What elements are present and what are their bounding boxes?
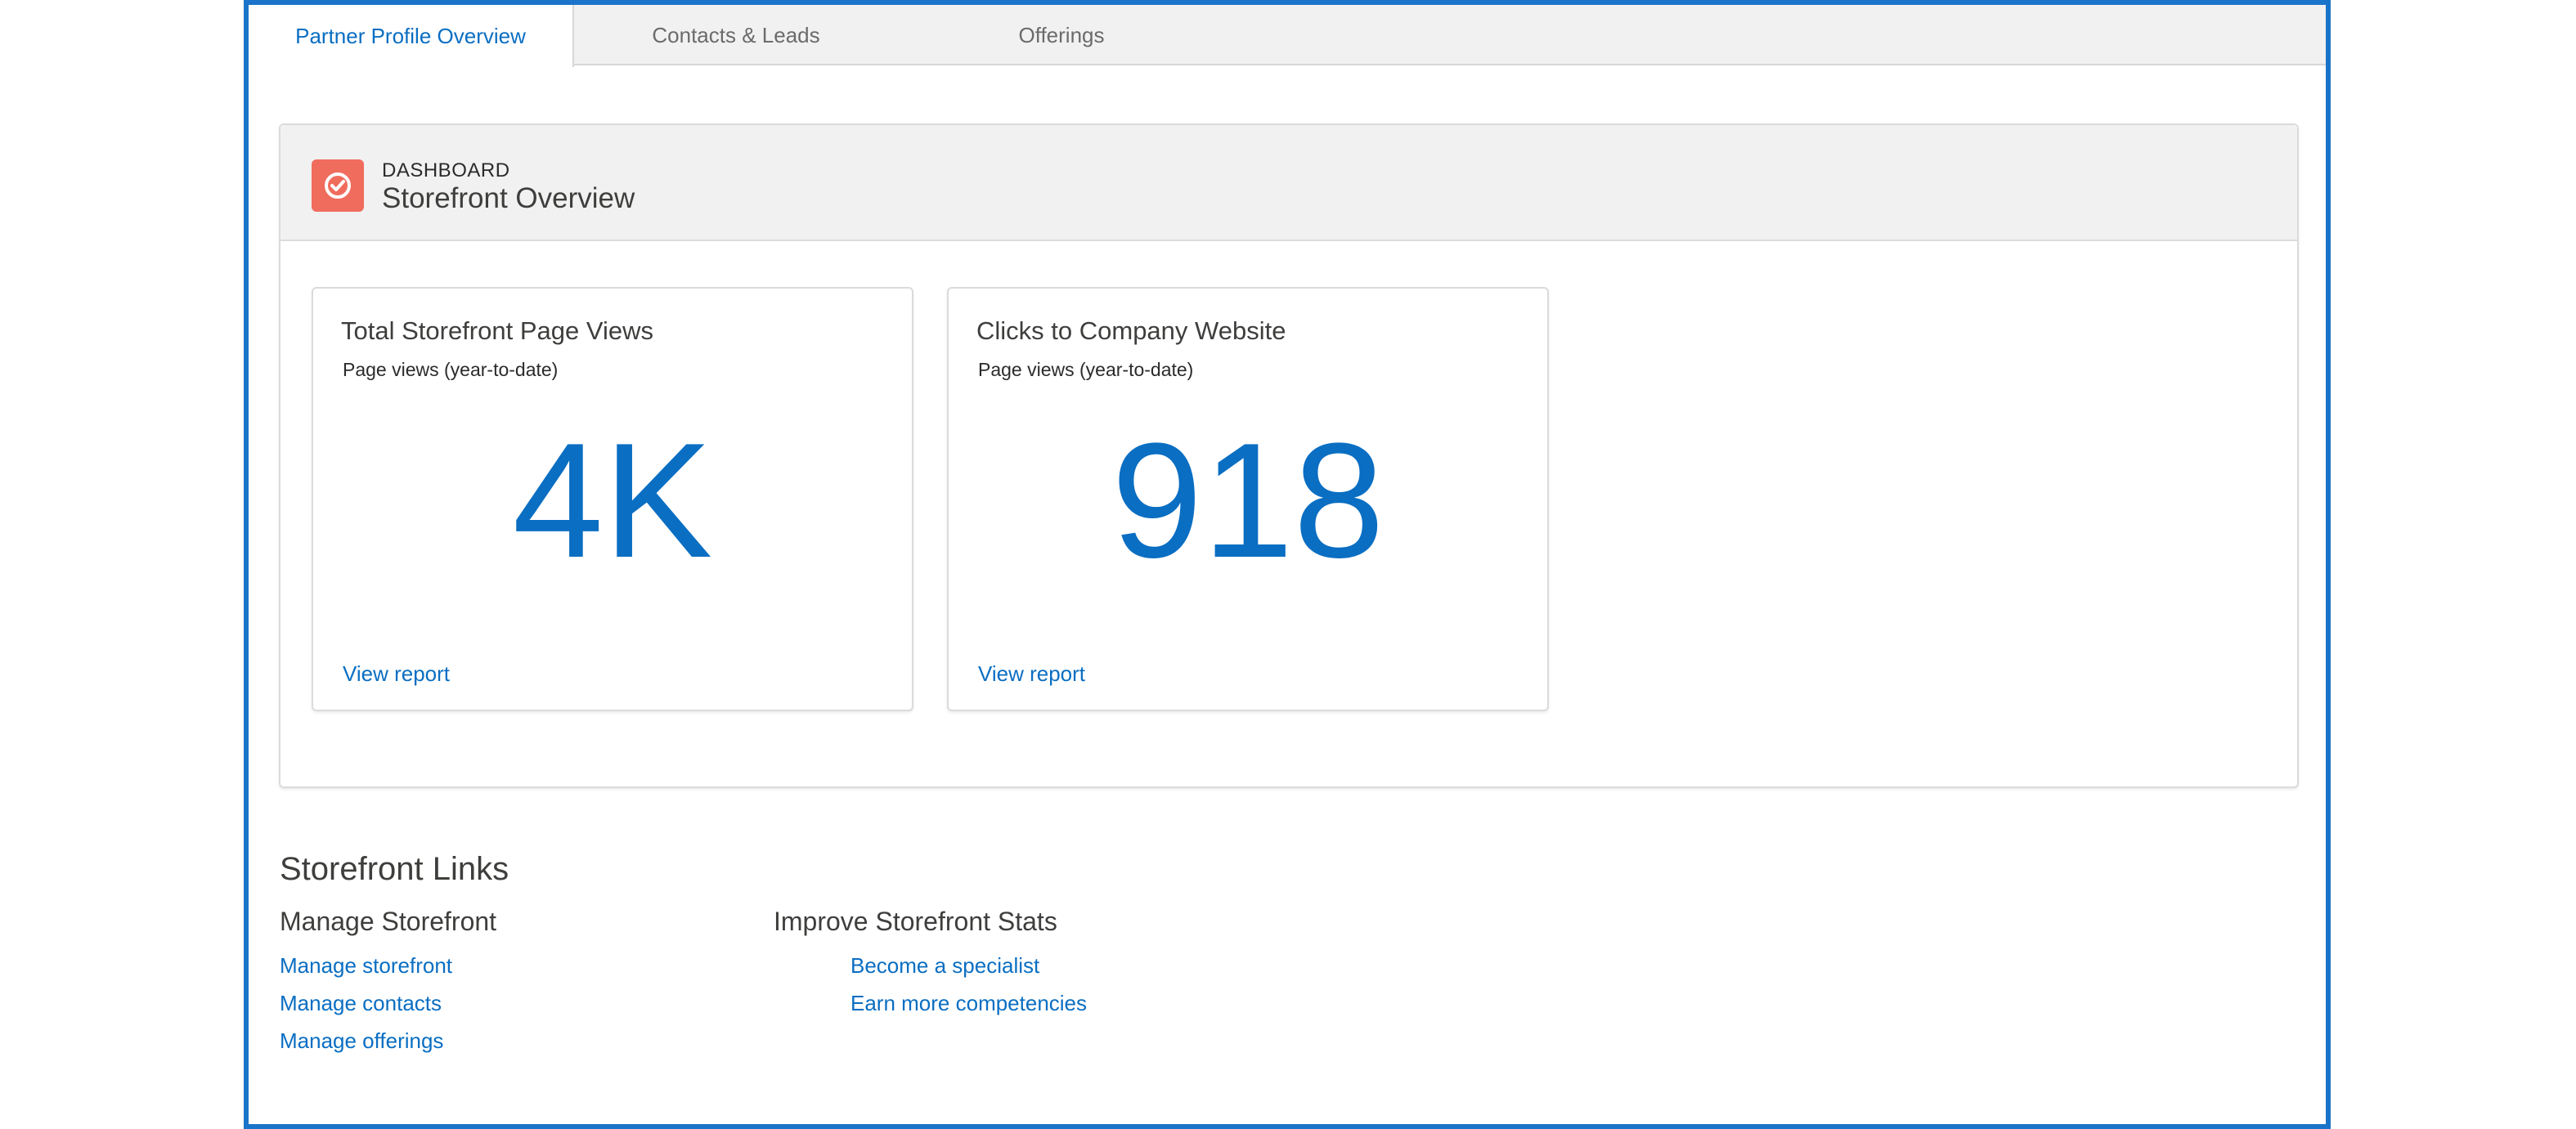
metric-subtitle: Page views (year-to-date) — [978, 359, 1194, 380]
dashboard-header: DASHBOARD Storefront Overview — [280, 125, 2297, 241]
storefront-links-heading: Storefront Links — [280, 851, 509, 887]
manage-offerings-link[interactable]: Manage offerings — [280, 1028, 443, 1054]
metric-value: 918 — [1111, 410, 1384, 592]
metric-card-page-views: Total Storefront Page Views Page views (… — [312, 287, 913, 711]
manage-storefront-heading: Manage Storefront — [280, 907, 497, 936]
dashboard-card: DASHBOARD Storefront Overview Total Stor… — [279, 123, 2299, 788]
view-report-link[interactable]: View report — [978, 661, 1085, 687]
tab-contacts-leads[interactable]: Contacts & Leads — [574, 5, 898, 65]
manage-contacts-link[interactable]: Manage contacts — [280, 991, 442, 1016]
dashboard-title: Storefront Overview — [382, 182, 635, 214]
metric-title: Total Storefront Page Views — [341, 316, 653, 345]
gauge-icon — [312, 159, 364, 212]
view-report-link[interactable]: View report — [343, 661, 450, 687]
become-specialist-link[interactable]: Become a specialist — [850, 953, 1039, 979]
metric-subtitle: Page views (year-to-date) — [343, 359, 559, 380]
manage-storefront-link[interactable]: Manage storefront — [280, 953, 452, 979]
metric-value: 4K — [512, 410, 713, 592]
tab-offerings[interactable]: Offerings — [900, 5, 1223, 65]
earn-competencies-link[interactable]: Earn more competencies — [850, 991, 1087, 1016]
metric-card-website-clicks: Clicks to Company Website Page views (ye… — [947, 287, 1549, 711]
tab-partner-profile-overview[interactable]: Partner Profile Overview — [249, 5, 574, 67]
improve-stats-heading: Improve Storefront Stats — [774, 907, 1057, 936]
tab-bar: Partner Profile Overview Contacts & Lead… — [249, 5, 2326, 67]
app-frame: Partner Profile Overview Contacts & Lead… — [244, 0, 2331, 1129]
metric-title: Clicks to Company Website — [976, 316, 1286, 345]
dashboard-kicker: DASHBOARD — [382, 159, 510, 181]
